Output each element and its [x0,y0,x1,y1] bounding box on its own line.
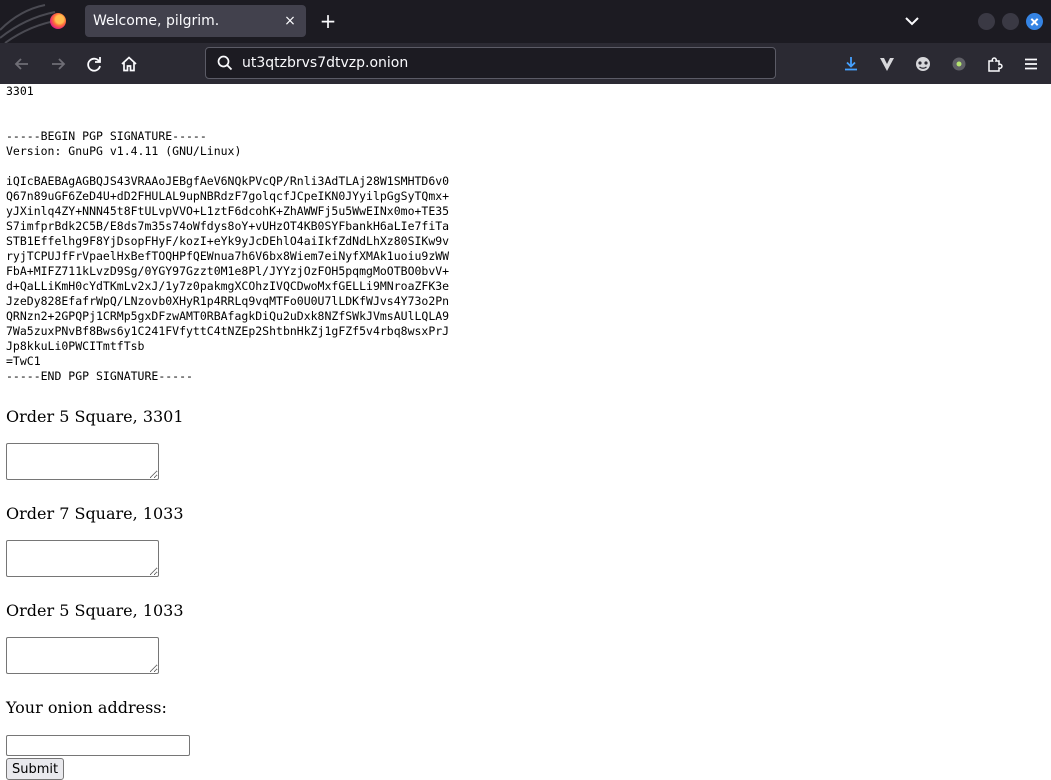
chevron-down-icon[interactable] [900,10,924,32]
onion-address-label: Your onion address: [6,698,167,717]
home-icon[interactable] [119,54,139,74]
submit-button[interactable]: Submit [6,758,65,780]
top-number: 3301 [6,84,34,98]
hamburger-menu-icon[interactable] [1021,54,1041,74]
order-textarea-1[interactable] [6,443,159,480]
new-tab-button[interactable]: + [316,9,340,33]
order-label-2: Order 7 Square, 1033 [6,504,184,523]
maximize-button[interactable] [1002,13,1019,30]
order-label-3: Order 5 Square, 1033 [6,601,184,620]
firefox-icon[interactable] [50,13,66,29]
search-icon [217,55,233,71]
page-content: 3301 -----BEGIN PGP SIGNATURE----- Versi… [6,84,1046,780]
extension-v-icon[interactable] [877,54,897,74]
order-textarea-2[interactable] [6,540,159,577]
reload-icon[interactable] [84,54,104,74]
navigation-toolbar: ut3qtzbrvs7dtvzp.onion [0,43,1051,84]
extension-mask-icon[interactable] [913,54,933,74]
url-text: ut3qtzbrvs7dtvzp.onion [242,55,409,71]
back-arrow-icon[interactable] [12,54,32,74]
forward-arrow-icon[interactable] [48,54,68,74]
pgp-signature: -----BEGIN PGP SIGNATURE----- Version: G… [6,129,450,383]
downloads-icon[interactable] [841,54,861,74]
order-label-1: Order 5 Square, 3301 [6,407,184,426]
puzzle-extensions-icon[interactable] [985,54,1005,74]
onion-address-input[interactable] [6,735,190,756]
tab-strip: Welcome, pilgrim. × + [0,0,1051,43]
tab-title: Welcome, pilgrim. [93,13,220,29]
extension-eye-icon[interactable] [949,54,969,74]
tab-active[interactable]: Welcome, pilgrim. × [85,5,306,37]
minimize-button[interactable] [978,13,995,30]
order-textarea-3[interactable] [6,637,159,674]
close-window-button[interactable] [1026,13,1043,30]
close-tab-icon[interactable]: × [282,13,298,29]
address-bar[interactable]: ut3qtzbrvs7dtvzp.onion [205,47,776,79]
